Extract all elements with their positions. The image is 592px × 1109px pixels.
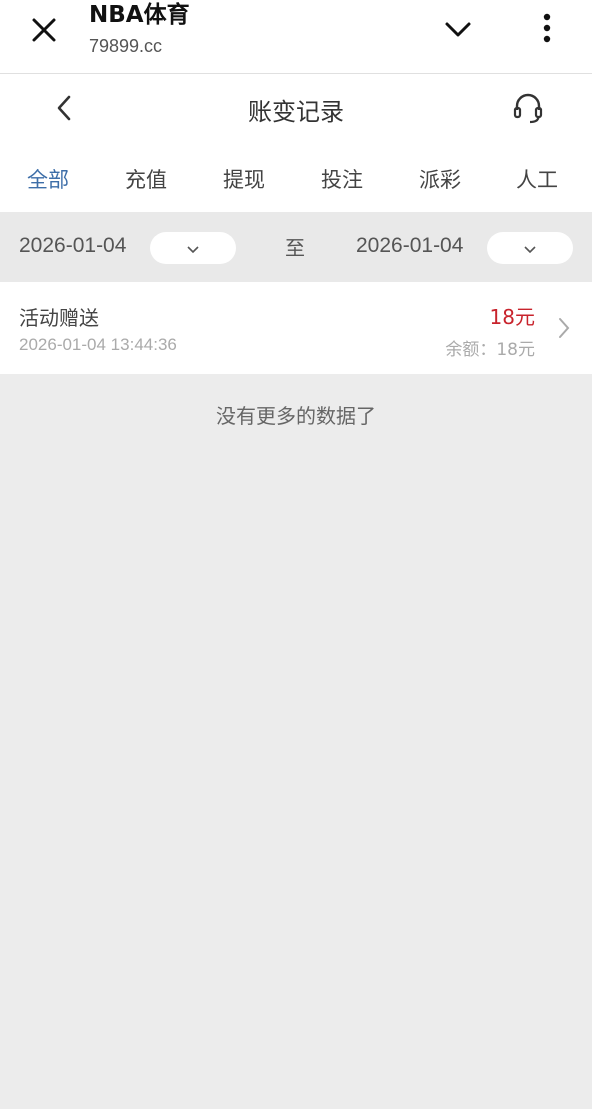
list-item[interactable]: 活动赠送 2026-01-04 13:44:36 18元 余额：18元 (0, 282, 592, 374)
tab-payout[interactable]: 派彩 (419, 164, 461, 194)
tab-withdraw[interactable]: 提现 (223, 164, 265, 194)
chevron-down-icon (187, 239, 199, 258)
record-balance: 余额：18元 (445, 340, 535, 360)
more-vertical-icon[interactable] (527, 8, 567, 48)
tab-deposit[interactable]: 充值 (125, 164, 167, 194)
tab-manual[interactable]: 人工 (516, 164, 558, 194)
page-header: 账变记录 (0, 74, 592, 144)
end-date-text[interactable]: 2026-01-04 (356, 234, 463, 258)
empty-message: 没有更多的数据了 (216, 404, 376, 428)
record-title: 活动赠送 (19, 306, 99, 330)
start-date-text[interactable]: 2026-01-04 (19, 234, 126, 258)
chevron-down-icon[interactable] (438, 10, 478, 50)
chevron-right-icon (552, 314, 576, 342)
date-separator: 至 (285, 236, 305, 260)
start-date-dropdown[interactable] (150, 232, 236, 264)
site-title: NBA体育 (89, 2, 190, 28)
date-filter-bar: 2026-01-04 至 2026-01-04 (0, 212, 592, 282)
page-title: 账变记录 (248, 98, 344, 126)
close-icon[interactable] (24, 10, 64, 50)
end-date-dropdown[interactable] (487, 232, 573, 264)
browser-top-bar: NBA体育 79899.cc (0, 0, 592, 74)
category-tabs: 全部 充值 提现 投注 派彩 人工 (0, 144, 592, 212)
site-url: 79899.cc (89, 36, 163, 56)
headset-icon[interactable] (508, 88, 548, 128)
tab-bet[interactable]: 投注 (321, 164, 363, 194)
record-time: 2026-01-04 13:44:36 (19, 335, 177, 354)
tab-all[interactable]: 全部 (27, 164, 69, 194)
record-amount: 18元 (489, 305, 535, 329)
chevron-down-icon (524, 239, 536, 258)
